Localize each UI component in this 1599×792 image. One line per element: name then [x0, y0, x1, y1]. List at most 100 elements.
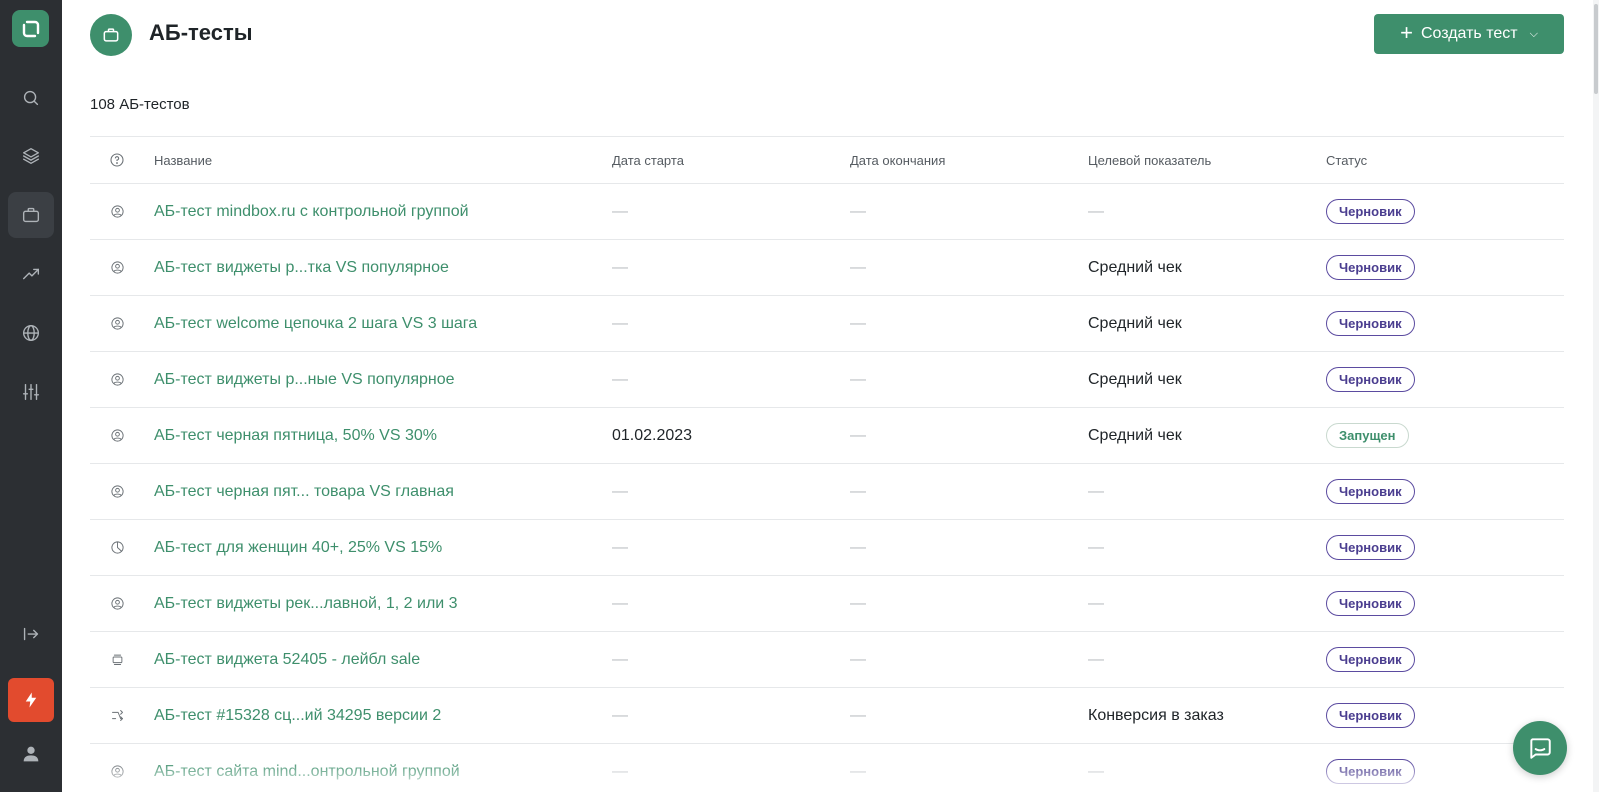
user-circle-icon — [108, 352, 126, 407]
test-name-link[interactable]: АБ-тест mindbox.ru с контрольной группой — [154, 203, 469, 221]
create-test-label: Создать тест — [1420, 25, 1518, 42]
nav-ab-tests[interactable] — [8, 192, 54, 238]
status-badge: Черновик — [1326, 535, 1415, 560]
end-date: — — [850, 650, 866, 668]
status-badge: Черновик — [1326, 759, 1415, 784]
create-test-button[interactable]: + Создать тест ⌵ — [1374, 14, 1564, 54]
pie-chart-icon — [108, 520, 126, 575]
nav-layers[interactable] — [8, 133, 54, 179]
nav-analytics[interactable] — [8, 251, 54, 297]
status-badge: Черновик — [1326, 367, 1415, 392]
trend-icon — [22, 268, 40, 280]
globe-icon — [22, 324, 40, 342]
start-date: — — [612, 762, 628, 780]
status-badge: Черновик — [1326, 479, 1415, 504]
flow-icon — [108, 688, 126, 743]
table-row[interactable]: АБ-тест для женщин 40+, 25% VS 15% — — — Чер… — [90, 520, 1564, 576]
target-metric: Средний чек — [1088, 258, 1182, 276]
test-name-link[interactable]: АБ-тест #15328 сц...ий 34295 версии 2 — [154, 707, 441, 725]
scrollbar-thumb[interactable] — [1594, 4, 1598, 94]
start-date: 01.02.2023 — [612, 426, 693, 444]
table-row[interactable]: АБ-тест виджеты р...ные VS популярное — — С… — [90, 352, 1564, 408]
main-content: АБ-тесты + Создать тест ⌵ 108 АБ-тестов … — [62, 0, 1599, 792]
chat-icon — [1530, 738, 1551, 759]
test-name-link[interactable]: АБ-тест welcome цепочка 2 шага VS 3 шага — [154, 315, 477, 333]
table-row[interactable]: АБ-тест виджеты р...тка VS популярное — — С… — [90, 240, 1564, 296]
app-logo[interactable] — [12, 10, 49, 47]
target-metric: Средний чек — [1088, 370, 1182, 388]
table-body: АБ-тест mindbox.ru с контрольной группой… — [90, 184, 1564, 792]
test-name-link[interactable]: АБ-тест виджеты р...тка VS популярное — [154, 259, 449, 277]
test-name-link[interactable]: АБ-тест виджеты рек...лавной, 1, 2 или 3 — [154, 595, 458, 613]
end-date: — — [850, 426, 866, 444]
test-name-link[interactable]: АБ-тест черная пятница, 50% VS 30% — [154, 427, 437, 445]
table-header: Название Дата старта Дата окончания Целе… — [90, 136, 1564, 184]
nav-profile[interactable] — [8, 731, 54, 777]
table-row[interactable]: АБ-тест сайта mind...онтрольной группой —… — [90, 744, 1564, 792]
ab-tests-table: Название Дата старта Дата окончания Целе… — [90, 136, 1564, 792]
target-metric: — — [1088, 538, 1104, 556]
start-date: — — [612, 314, 628, 332]
end-date: — — [850, 762, 866, 780]
expand-arrow-icon — [23, 627, 39, 641]
nav-search[interactable] — [8, 75, 54, 121]
target-metric: Конверсия в заказ — [1088, 706, 1224, 724]
table-row[interactable]: АБ-тест welcome цепочка 2 шага VS 3 шага… — [90, 296, 1564, 352]
user-icon — [23, 746, 39, 762]
layers-icon — [22, 147, 40, 165]
status-badge: Черновик — [1326, 647, 1415, 672]
status-badge: Черновик — [1326, 703, 1415, 728]
column-header-status[interactable]: Статус — [1326, 137, 1367, 183]
target-metric: — — [1088, 482, 1104, 500]
test-name-link[interactable]: АБ-тест виджета 52405 - лейбл sale — [154, 651, 420, 669]
sidebar — [0, 0, 62, 792]
nav-settings[interactable] — [8, 369, 54, 415]
quick-actions-button[interactable] — [8, 678, 54, 722]
test-name-link[interactable]: АБ-тест черная пят... товара VS главная — [154, 483, 454, 501]
user-circle-icon — [108, 184, 126, 239]
status-badge: Черновик — [1326, 591, 1415, 616]
search-icon — [23, 90, 39, 106]
status-badge: Черновик — [1326, 311, 1415, 336]
column-header-end[interactable]: Дата окончания — [850, 137, 945, 183]
table-row[interactable]: АБ-тест #15328 сц...ий 34295 версии 2 — — К… — [90, 688, 1564, 744]
user-circle-icon — [108, 464, 126, 519]
end-date: — — [850, 202, 866, 220]
briefcase-icon — [103, 28, 119, 42]
target-metric: — — [1088, 202, 1104, 220]
nav-collapse[interactable] — [8, 611, 54, 657]
briefcase-icon — [22, 207, 40, 223]
column-header-start[interactable]: Дата старта — [612, 137, 684, 183]
end-date: — — [850, 538, 866, 556]
end-date: — — [850, 594, 866, 612]
user-circle-icon — [108, 576, 126, 631]
target-metric: — — [1088, 762, 1104, 780]
scrollbar-track[interactable] — [1593, 0, 1599, 792]
column-header-name[interactable]: Название — [154, 137, 212, 183]
table-row[interactable]: АБ-тест виджета 52405 - лейбл sale — — — Чер… — [90, 632, 1564, 688]
end-date: — — [850, 258, 866, 276]
table-row[interactable]: АБ-тест виджеты рек...лавной, 1, 2 или 3… — [90, 576, 1564, 632]
nav-sites[interactable] — [8, 310, 54, 356]
chat-button[interactable] — [1513, 721, 1567, 775]
start-date: — — [612, 370, 628, 388]
help-icon[interactable] — [108, 137, 126, 183]
start-date: — — [612, 538, 628, 556]
test-name-link[interactable]: АБ-тест виджеты р...ные VS популярное — [154, 371, 455, 389]
target-metric: Средний чек — [1088, 426, 1182, 444]
user-circle-icon — [108, 296, 126, 351]
table-row[interactable]: АБ-тест mindbox.ru с контрольной группой… — [90, 184, 1564, 240]
user-circle-icon — [108, 408, 126, 463]
table-row[interactable]: АБ-тест черная пят... товара VS главная —… — [90, 464, 1564, 520]
test-name-link[interactable]: АБ-тест для женщин 40+, 25% VS 15% — [154, 539, 442, 557]
table-row[interactable]: АБ-тест черная пятница, 50% VS 30% 01.02.… — [90, 408, 1564, 464]
status-badge: Черновик — [1326, 199, 1415, 224]
page-title-icon — [90, 14, 132, 56]
tests-count: 108 АБ-тестов — [90, 96, 190, 113]
page-title: АБ-тесты — [149, 20, 253, 45]
test-name-link[interactable]: АБ-тест сайта mind...онтрольной группой — [154, 763, 460, 781]
target-metric: Средний чек — [1088, 314, 1182, 332]
start-date: — — [612, 258, 628, 276]
column-header-target[interactable]: Целевой показатель — [1088, 137, 1211, 183]
sliders-icon — [22, 383, 40, 401]
